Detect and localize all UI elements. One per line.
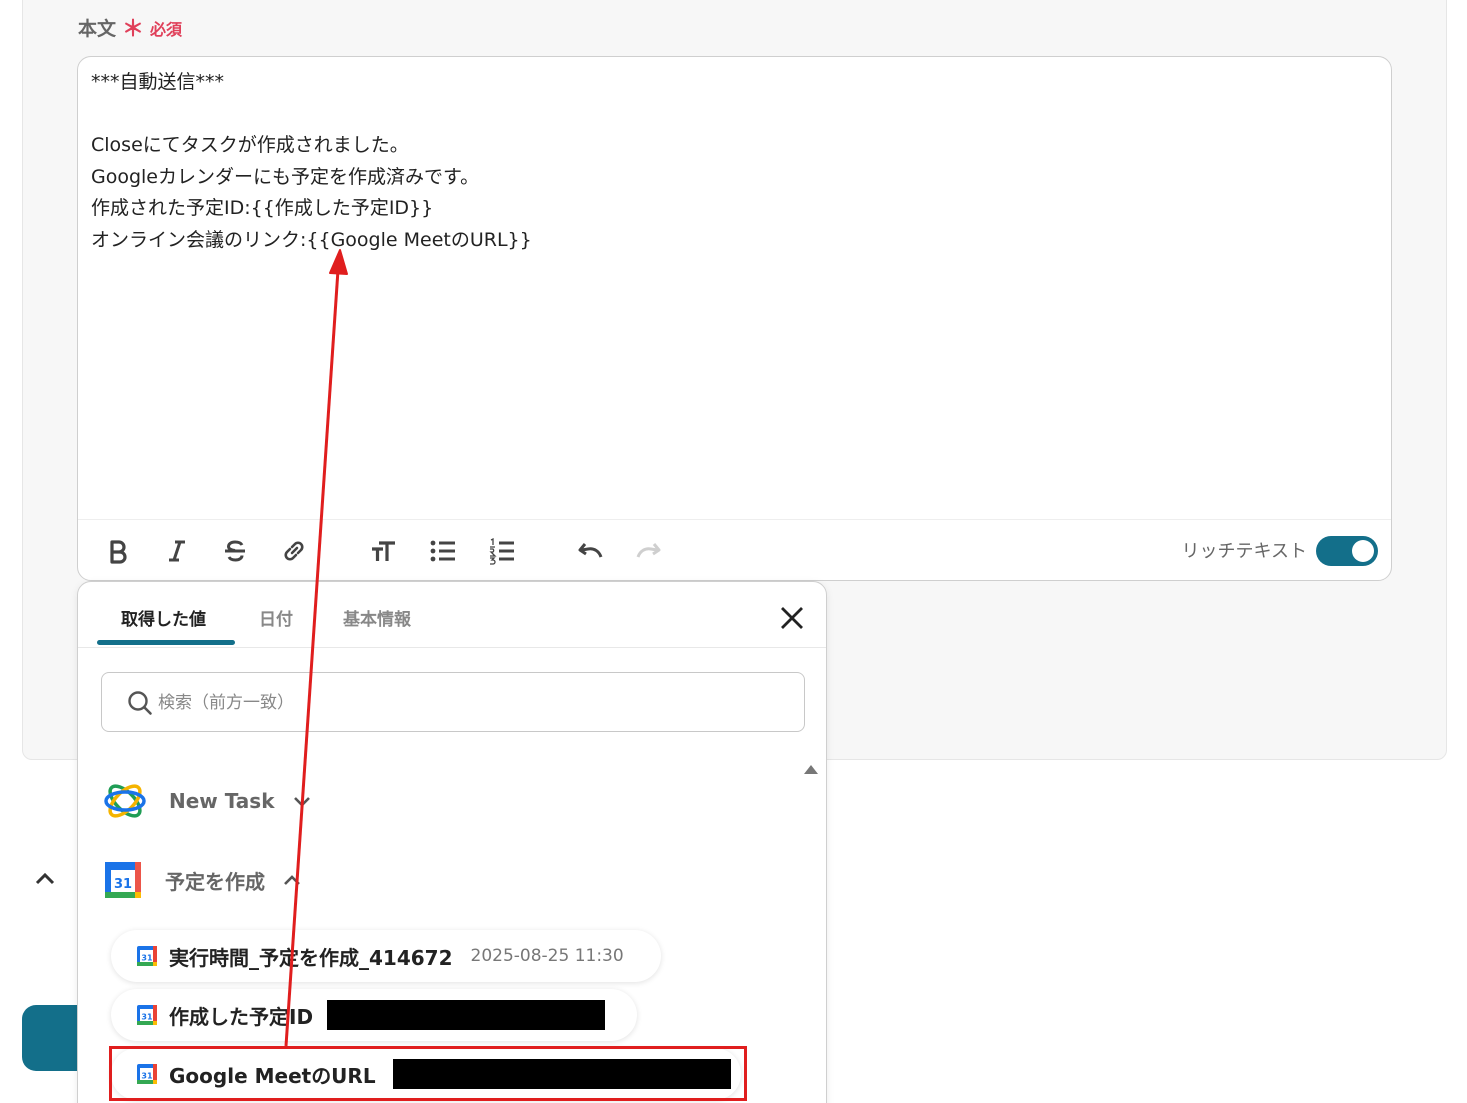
editor-line: オンライン会議のリンク:{{Google MeetのURL}} <box>91 228 532 251</box>
editor-line: Googleカレンダーにも予定を作成済みです。 <box>91 165 480 188</box>
search-input[interactable] <box>158 685 758 721</box>
group-create-event[interactable]: 31 予定を作成 <box>103 860 303 900</box>
numbered-list-icon <box>489 537 514 565</box>
svg-text:31: 31 <box>141 954 153 963</box>
text-size-button[interactable] <box>366 534 400 568</box>
editor-toolbar: リッチテキスト <box>78 519 1391 581</box>
svg-text:31: 31 <box>141 1013 153 1022</box>
svg-text:31: 31 <box>114 877 132 892</box>
value-chip-event-id[interactable]: 31 作成した予定ID <box>111 989 637 1041</box>
highlight-box <box>109 1046 747 1101</box>
strikethrough-icon <box>225 540 245 562</box>
google-calendar-icon: 31 <box>105 862 141 898</box>
value-preview: 2025-08-25 11:30 <box>470 946 624 966</box>
chevron-up-icon <box>284 875 300 885</box>
italic-button[interactable] <box>160 534 194 568</box>
undo-icon <box>578 543 603 558</box>
rich-text-label: リッチテキスト <box>1181 541 1307 562</box>
google-calendar-icon: 31 <box>137 1005 157 1025</box>
undo-button[interactable] <box>573 534 607 568</box>
bullet-list-button[interactable] <box>426 534 460 568</box>
picker-tabs: 取得した値 日付 基本情報 <box>78 582 826 648</box>
scroll-up-arrow[interactable] <box>802 762 820 776</box>
search-icon <box>128 691 152 715</box>
redacted-value <box>327 1000 606 1030</box>
close-crm-icon <box>104 784 146 818</box>
redo-button[interactable] <box>632 534 666 568</box>
bold-button[interactable] <box>101 534 135 568</box>
text-size-icon <box>372 541 395 561</box>
group-name: New Task <box>169 789 275 813</box>
value-chip-execution-time[interactable]: 31 実行時間_予定を作成_414672 2025-08-25 11:30 <box>111 930 661 982</box>
tab-date[interactable]: 日付 <box>259 605 293 630</box>
bullet-list-icon <box>430 540 455 562</box>
field-label-text: 本文 <box>78 18 117 40</box>
close-icon[interactable] <box>778 604 806 632</box>
google-calendar-icon: 31 <box>137 946 157 966</box>
editor-line: Closeにてタスクが作成されました。 <box>91 134 409 157</box>
bold-icon <box>110 540 127 564</box>
link-icon <box>284 541 304 561</box>
italic-icon <box>169 540 185 562</box>
redo-icon <box>636 543 661 558</box>
search-box <box>101 672 805 732</box>
required-text: 必須 <box>150 19 183 39</box>
strikethrough-button[interactable] <box>218 534 252 568</box>
toggle-knob <box>1352 540 1374 562</box>
group-new-task[interactable]: New Task <box>103 779 313 823</box>
editor-line: ***自動送信*** <box>91 71 225 93</box>
variable-picker-popup: 取得した値 日付 基本情報 New Task 31 予定を作成 <box>77 581 827 1103</box>
tab-acquired-values[interactable]: 取得した値 <box>121 605 206 630</box>
editor-content[interactable]: ***自動送信*** Closeにてタスクが作成されました。 Googleカレン… <box>91 67 1371 257</box>
value-name: 作成した予定ID <box>169 1004 314 1029</box>
rich-text-toggle[interactable] <box>1316 536 1378 566</box>
chevron-down-icon <box>293 797 310 807</box>
group-name: 予定を作成 <box>165 869 265 894</box>
tab-basic-info[interactable]: 基本情報 <box>343 605 411 630</box>
active-tab-indicator <box>97 640 235 645</box>
editor-line: 作成された予定ID:{{作成した予定ID}} <box>91 197 434 220</box>
link-button[interactable] <box>277 534 311 568</box>
field-label: 本文 ＊ 必須 <box>78 14 182 41</box>
body-editor[interactable]: ***自動送信*** Closeにてタスクが作成されました。 Googleカレン… <box>77 56 1392 581</box>
chevron-up-icon[interactable] <box>32 866 58 892</box>
numbered-list-button[interactable] <box>485 534 519 568</box>
value-name: 実行時間_予定を作成_414672 <box>169 945 453 970</box>
required-mark: ＊ <box>122 16 145 42</box>
